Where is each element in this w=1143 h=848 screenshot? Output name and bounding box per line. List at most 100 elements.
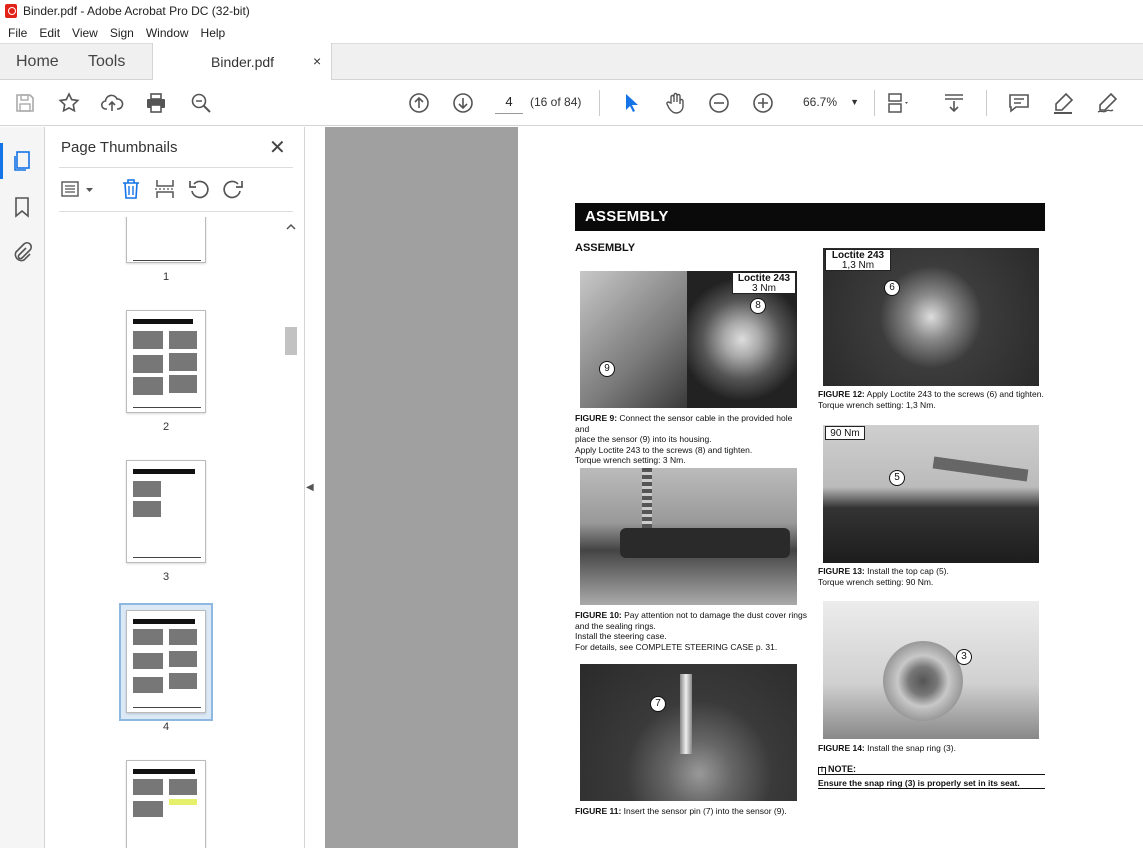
thumbnail-image <box>169 331 197 349</box>
zoom-select[interactable]: 66.7% ▼ <box>795 90 865 114</box>
caption-line: Pay attention not to damage the dust cov… <box>621 610 807 620</box>
title-bar: Binder.pdf - Adobe Acrobat Pro DC (32-bi… <box>0 0 1143 22</box>
figure-photo-part <box>883 641 963 721</box>
thumbnail-label: 2 <box>163 421 170 433</box>
menu-file[interactable]: File <box>2 26 33 40</box>
comment-icon[interactable] <box>1007 91 1031 115</box>
menu-sign[interactable]: Sign <box>104 26 140 40</box>
highlight-icon[interactable] <box>1051 91 1075 115</box>
thumbnail-page-3[interactable] <box>126 460 206 563</box>
page-display-icon[interactable] <box>886 91 910 115</box>
toolbar-divider <box>599 90 600 116</box>
thumbnails-panel: Page Thumbnails ✕ 1 2 3 4 <box>45 127 305 848</box>
thumbnail-image <box>133 355 163 373</box>
section-subheading: ASSEMBLY <box>575 242 636 254</box>
thumbnail-label: 4 <box>163 721 170 733</box>
figure-photo-left <box>580 271 687 408</box>
tab-home[interactable]: Home <box>16 53 59 71</box>
thumbnail-image <box>133 779 163 795</box>
attachment-icon[interactable] <box>10 240 34 264</box>
page-thumbnails-icon[interactable] <box>0 143 34 179</box>
menu-window[interactable]: Window <box>140 26 195 40</box>
caption-line: and the sealing rings. <box>575 620 656 631</box>
delete-page-icon[interactable] <box>120 178 142 200</box>
page-down-icon[interactable] <box>451 91 475 115</box>
callout-7: 7 <box>650 696 666 712</box>
zoom-out-icon[interactable] <box>707 91 731 115</box>
acrobat-logo-icon <box>5 4 17 18</box>
toolbar: 4 (16 of 84) 66.7% ▼ <box>0 80 1143 126</box>
figure-photo-pin <box>680 674 692 754</box>
scroll-mode-icon[interactable] <box>942 91 966 115</box>
print-icon[interactable] <box>144 91 168 115</box>
thumbnail-header <box>133 469 195 474</box>
figure-13-caption: FIGURE 13: Install the top cap (5). Torq… <box>818 566 1058 587</box>
pdf-page: ASSEMBLY ASSEMBLY Loctite 243 3 Nm 8 9 F… <box>518 127 1143 848</box>
hand-icon[interactable] <box>663 91 687 115</box>
thumbnail-page-2[interactable] <box>126 310 206 413</box>
caption-title: FIGURE 9: <box>575 413 618 423</box>
caption-line: Apply Loctite 243 to the screws (8) and … <box>575 444 753 455</box>
figure-11-caption: FIGURE 11: Insert the sensor pin (7) int… <box>575 806 815 817</box>
rotate-clockwise-icon[interactable] <box>222 178 244 200</box>
page-number-input[interactable]: 4 <box>495 90 523 114</box>
figure-photo-chain <box>642 468 652 528</box>
tab-document[interactable]: Binder.pdf × <box>152 43 332 80</box>
tab-tools[interactable]: Tools <box>88 53 125 71</box>
page-up-icon[interactable] <box>407 91 431 115</box>
section-banner: ASSEMBLY <box>575 203 1045 231</box>
save-icon[interactable] <box>13 91 37 115</box>
thumbnail-scrollbar[interactable] <box>283 217 299 848</box>
zoom-value: 66.7% <box>803 95 838 109</box>
select-cursor-icon[interactable] <box>619 91 643 115</box>
note-text: Ensure the snap ring (3) is properly set… <box>818 778 1020 788</box>
sign-icon[interactable] <box>1095 91 1119 115</box>
menu-view[interactable]: View <box>66 26 104 40</box>
collapse-panel-icon[interactable]: ◀ <box>306 482 314 493</box>
figure-14-image: 3 <box>823 601 1039 739</box>
thumbnail-footer-line <box>133 557 201 558</box>
thumbnail-page-5[interactable] <box>126 760 206 848</box>
thumbnail-footer-line <box>133 707 201 708</box>
thumbnail-image <box>169 375 197 393</box>
thumbnail-image <box>133 481 161 497</box>
thumbnail-page-4[interactable] <box>126 610 206 713</box>
thumbnail-image <box>133 801 163 817</box>
label-line: 1,3 Nm <box>841 260 875 271</box>
scroll-up-icon[interactable] <box>283 221 299 233</box>
thumbnail-image <box>133 331 163 349</box>
star-icon[interactable] <box>57 91 81 115</box>
menu-edit[interactable]: Edit <box>33 26 66 40</box>
caption-line: Install the top cap (5). <box>864 566 949 576</box>
thumbnail-footer-line <box>133 260 201 261</box>
bookmark-icon[interactable] <box>10 195 34 219</box>
upload-icon[interactable] <box>100 91 124 115</box>
callout-6: 6 <box>884 280 900 296</box>
thumbnail-image <box>133 501 161 517</box>
note-title: NOTE: <box>828 764 856 774</box>
zoom-in-icon[interactable] <box>751 91 775 115</box>
tab-bar: Home Tools Binder.pdf × <box>0 43 1143 80</box>
extract-pages-icon[interactable] <box>154 178 176 200</box>
figure-photo-part <box>620 528 790 558</box>
toolbar-divider <box>874 90 875 116</box>
thumbnail-options-icon[interactable] <box>61 178 97 200</box>
scrollbar-thumb[interactable] <box>285 327 297 355</box>
thumbnail-image <box>169 353 197 371</box>
callout-9: 9 <box>599 361 615 377</box>
menu-help[interactable]: Help <box>195 26 232 40</box>
zoom-search-icon[interactable] <box>189 91 213 115</box>
figure-11-image: 7 <box>580 664 797 801</box>
figure-9-caption: FIGURE 9: Connect the sensor cable in th… <box>575 413 805 466</box>
callout-5: 5 <box>889 470 905 486</box>
thumbnail-page-1[interactable] <box>126 217 206 263</box>
figure-9-image: Loctite 243 3 Nm 8 9 <box>580 271 797 408</box>
thumbnail-image <box>133 377 163 395</box>
close-tab-icon[interactable]: × <box>313 53 321 69</box>
rotate-counterclockwise-icon[interactable] <box>188 178 210 200</box>
close-panel-icon[interactable]: ✕ <box>269 135 286 160</box>
caption-line: Torque wrench setting: 3 Nm. <box>575 455 686 465</box>
figure-9-label: Loctite 243 3 Nm <box>732 272 796 294</box>
panel-divider <box>59 167 293 168</box>
panel-title: Page Thumbnails <box>61 139 178 156</box>
